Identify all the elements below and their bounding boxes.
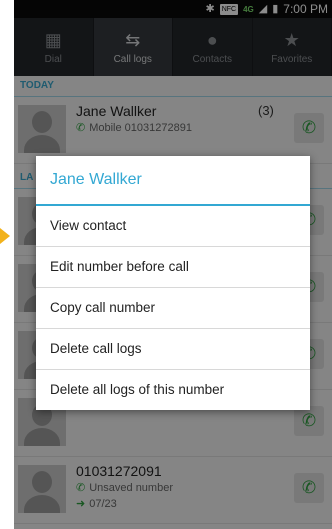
menu-item-delete-all-logs[interactable]: Delete all logs of this number <box>36 370 310 410</box>
pointer-arrow-icon <box>0 228 10 244</box>
menu-item-delete-call-logs[interactable]: Delete call logs <box>36 329 310 370</box>
menu-item-edit-number[interactable]: Edit number before call <box>36 247 310 288</box>
menu-item-view-contact[interactable]: View contact <box>36 206 310 247</box>
dialog-title: Jane Wallker <box>36 156 310 206</box>
phone-screen: ✱ NFC 4G ◢ ▮ 7:00 PM ▦ Dial ⇆ Call logs … <box>14 0 332 529</box>
context-menu-dialog: Jane Wallker View contact Edit number be… <box>36 156 310 410</box>
menu-item-copy-number[interactable]: Copy call number <box>36 288 310 329</box>
